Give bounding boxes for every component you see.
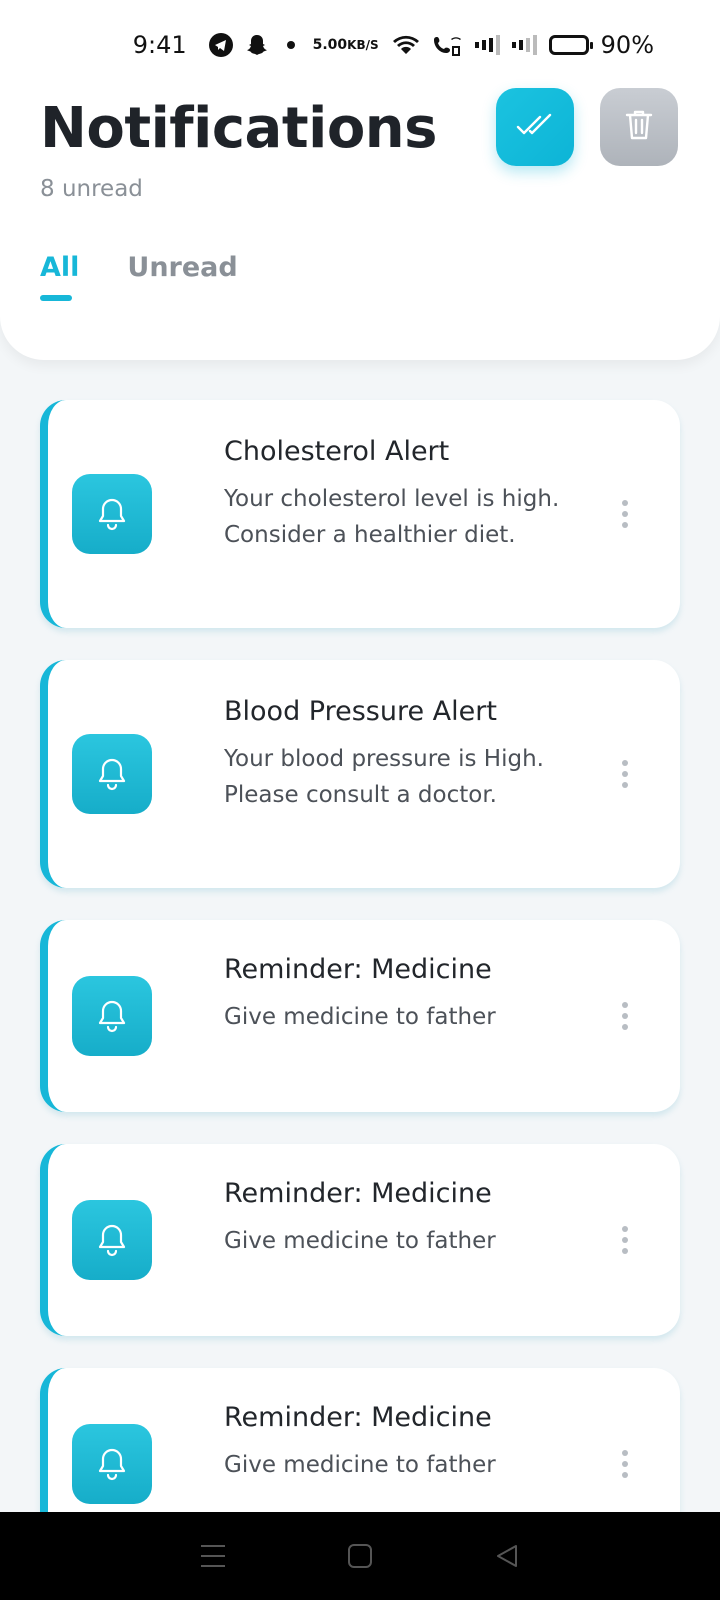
notification-content: Reminder: Medicine Give medicine to fath… [224,954,600,1035]
notification-dot-icon [286,41,295,49]
unread-count: 8 unread [40,176,143,202]
status-time: 9:41 [132,31,187,59]
tab-unread[interactable]: Unread [127,252,237,301]
trash-icon [624,108,654,146]
bell-icon [72,474,152,554]
notification-content: Reminder: Medicine Give medicine to fath… [224,1402,600,1483]
more-options-icon[interactable] [622,1226,628,1254]
notification-line: Your blood pressure is High. [224,746,544,772]
telegram-icon [208,33,233,57]
notification-card[interactable]: Reminder: Medicine Give medicine to fath… [40,1144,680,1336]
more-options-icon[interactable] [622,760,628,788]
notification-title: Reminder: Medicine [224,1402,492,1433]
more-options-icon[interactable] [622,1450,628,1478]
notification-line: Consider a healthier diet. [224,522,516,548]
notification-title: Reminder: Medicine [224,1178,492,1209]
more-options-icon[interactable] [622,1002,628,1030]
snapchat-icon [245,33,269,57]
bell-icon [72,976,152,1056]
bell-icon [72,1200,152,1280]
notification-line: Your cholesterol level is high. [224,486,560,512]
header-panel: 9:41 5.00 KB/S 90% Notifications 8 unrea… [0,0,720,360]
notification-content: Cholesterol Alert Your cholesterol level… [224,436,600,553]
battery-percent: 90% [600,31,654,59]
menu-icon[interactable] [193,1536,233,1576]
wifi-icon [391,33,421,57]
notification-line: Give medicine to father [224,1452,496,1478]
page-title: Notifications [40,96,437,161]
signal-2-icon [511,35,537,55]
notifications-screen: 9:41 5.00 KB/S 90% Notifications 8 unrea… [0,0,720,1600]
notification-card[interactable]: Cholesterol Alert Your cholesterol level… [40,400,680,628]
speed-value: 5.00 [312,37,348,53]
back-icon[interactable] [487,1536,527,1576]
notification-line: Please consult a doctor. [224,782,497,808]
double-check-icon [515,110,555,144]
home-icon[interactable] [340,1536,380,1576]
tab-all[interactable]: All [40,252,79,301]
notification-card[interactable]: Reminder: Medicine Give medicine to fath… [40,920,680,1112]
bell-icon [72,1424,152,1504]
delete-all-button[interactable] [600,88,678,166]
more-options-icon[interactable] [622,500,628,528]
notification-line: Give medicine to father [224,1004,496,1030]
notification-title: Blood Pressure Alert [224,696,497,727]
status-bar: 9:41 5.00 KB/S 90% [0,0,720,90]
notification-card[interactable]: Blood Pressure Alert Your blood pressure… [40,660,680,888]
bell-icon [72,734,152,814]
notification-line: Give medicine to father [224,1228,496,1254]
network-speed: 5.00 KB/S [312,37,379,53]
notification-content: Blood Pressure Alert Your blood pressure… [224,696,600,813]
notification-title: Reminder: Medicine [224,954,492,985]
system-nav-bar [0,1512,720,1600]
signal-1-icon [474,35,500,55]
notification-content: Reminder: Medicine Give medicine to fath… [224,1178,600,1259]
mark-all-read-button[interactable] [496,88,574,166]
wifi-call-icon [433,33,463,57]
battery-icon [548,35,593,55]
filter-tabs: All Unread [40,252,238,301]
speed-unit: KB/S [347,38,379,52]
notification-list: Cholesterol Alert Your cholesterol level… [40,400,680,1592]
notification-title: Cholesterol Alert [224,436,450,467]
